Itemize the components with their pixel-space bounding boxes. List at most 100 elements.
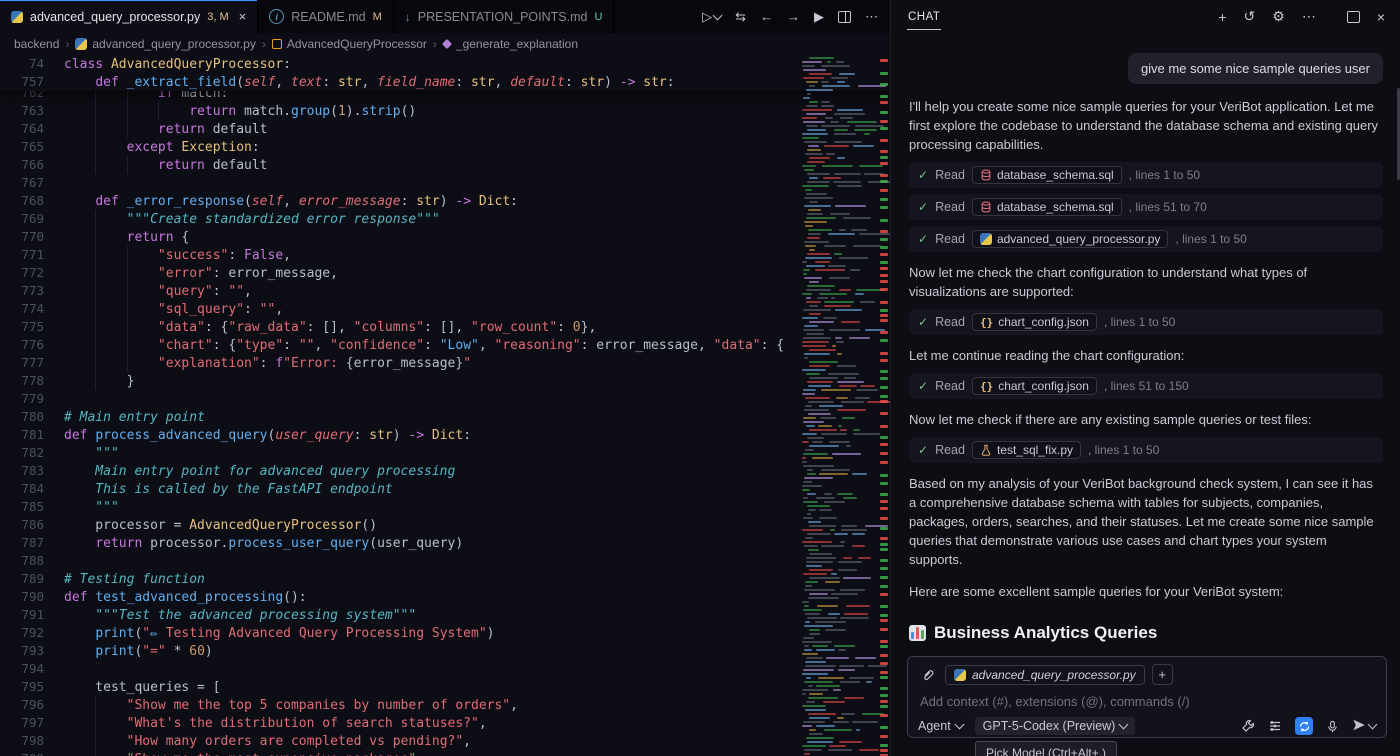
code-line: 764 return default bbox=[0, 120, 810, 138]
indent-guide bbox=[127, 264, 128, 282]
breadcrumb-item-advanced_query_processor.py[interactable]: advanced_query_processor.py bbox=[75, 37, 255, 51]
json-icon: {} bbox=[980, 380, 993, 393]
tool-call-row[interactable]: ✓Readdatabase_schema.sql, lines 1 to 50 bbox=[909, 162, 1383, 188]
code-line: 788 bbox=[0, 552, 810, 570]
file-chip[interactable]: test_sql_fix.py bbox=[972, 441, 1081, 459]
breadcrumb-item-backend[interactable]: backend bbox=[14, 37, 59, 51]
assistant-paragraph: Here are some excellent sample queries f… bbox=[909, 582, 1383, 601]
indent-guide bbox=[95, 102, 96, 120]
chat-tab[interactable]: CHAT bbox=[907, 3, 941, 30]
vscode-window: advanced_query_processor.py3, M×iREADME.… bbox=[0, 0, 1400, 756]
sync-icon[interactable] bbox=[1295, 717, 1313, 735]
indent-guide bbox=[95, 750, 96, 756]
paperclip-icon[interactable] bbox=[918, 665, 938, 685]
tool-call-row[interactable]: ✓Read{}chart_config.json, lines 51 to 15… bbox=[909, 373, 1383, 399]
section-heading-text: Business Analytics Queries bbox=[934, 623, 1157, 643]
file-chip[interactable]: {}chart_config.json bbox=[972, 377, 1097, 395]
file-chip[interactable]: advanced_query_processor.py bbox=[972, 230, 1168, 248]
breadcrumb-item-AdvancedQueryProcessor[interactable]: AdvancedQueryProcessor bbox=[272, 37, 427, 51]
close-icon[interactable]: × bbox=[1377, 9, 1385, 25]
tab-close-icon[interactable]: × bbox=[239, 9, 247, 24]
chat-input-box: advanced_query_processor.py + Add contex… bbox=[907, 656, 1387, 738]
breadcrumb-item-_generate_explanation[interactable]: _generate_explanation bbox=[443, 37, 578, 51]
minimap[interactable] bbox=[800, 55, 877, 756]
overview-ruler[interactable] bbox=[878, 55, 890, 756]
indent-guide bbox=[158, 102, 159, 120]
code-line: 74class AdvancedQueryProcessor: bbox=[0, 55, 890, 73]
breadcrumb-label: advanced_query_processor.py bbox=[92, 37, 255, 51]
code-line: 777 "explanation": f"Error: {error_messa… bbox=[0, 354, 810, 372]
tool-call-row[interactable]: ✓Readadvanced_query_processor.py, lines … bbox=[909, 226, 1383, 252]
check-icon: ✓ bbox=[918, 315, 928, 329]
assistant-paragraph: Based on my analysis of your VeriBot bac… bbox=[909, 474, 1383, 569]
check-icon: ✓ bbox=[918, 200, 928, 214]
line-number: 795 bbox=[0, 678, 64, 696]
code-editor[interactable]: 762 if match:763 return match.group(1).s… bbox=[0, 55, 890, 756]
line-number: 797 bbox=[0, 714, 64, 732]
symbol-class-icon bbox=[272, 39, 282, 49]
info-icon: i bbox=[269, 9, 284, 24]
file-chip[interactable]: {}chart_config.json bbox=[972, 313, 1097, 331]
tool-call-row[interactable]: ✓Readtest_sql_fix.py, lines 1 to 50 bbox=[909, 437, 1383, 463]
check-icon: ✓ bbox=[918, 443, 928, 457]
settings-icon[interactable]: ⚙ bbox=[1272, 8, 1285, 25]
line-number: 794 bbox=[0, 660, 64, 678]
tool-detail: , lines 1 to 50 bbox=[1175, 232, 1246, 246]
model-selector[interactable]: GPT-5-Codex (Preview) bbox=[975, 717, 1136, 735]
attached-file-chip[interactable]: advanced_query_processor.py bbox=[945, 665, 1145, 685]
flask-icon bbox=[980, 444, 992, 456]
file-name: test_sql_fix.py bbox=[997, 443, 1073, 457]
code-line: 776 "chart": {"type": "", "confidence": … bbox=[0, 336, 810, 354]
more-icon[interactable]: ⋯ bbox=[1302, 8, 1316, 25]
mcp-servers-icon[interactable] bbox=[1268, 719, 1282, 733]
maximize-icon[interactable] bbox=[1347, 11, 1360, 23]
history-icon[interactable]: ↺ bbox=[1244, 8, 1256, 25]
code-line: 767 bbox=[0, 174, 810, 192]
tool-detail: , lines 51 to 150 bbox=[1104, 379, 1189, 393]
breadcrumb-label: backend bbox=[14, 37, 59, 51]
back-icon[interactable]: ← bbox=[760, 9, 773, 24]
json-icon: {} bbox=[980, 316, 993, 329]
add-context-button[interactable]: + bbox=[1152, 664, 1173, 685]
code-line: 781def process_advanced_query(user_query… bbox=[0, 426, 810, 444]
chat-header: CHAT + ↺ ⚙ ⋯ × bbox=[891, 0, 1400, 33]
tab-label: PRESENTATION_POINTS.md bbox=[418, 10, 588, 24]
code-line: 796 "Show me the top 5 companies by numb… bbox=[0, 696, 810, 714]
chat-input-field[interactable]: Add context (#), extensions (@), command… bbox=[920, 694, 1374, 709]
barchart-icon bbox=[909, 625, 926, 641]
mic-icon[interactable] bbox=[1326, 720, 1339, 733]
code-line: 793 print("=" * 60) bbox=[0, 642, 810, 660]
run-all-icon[interactable]: ▶ bbox=[814, 9, 824, 25]
line-number: 766 bbox=[0, 156, 64, 174]
indent-guide bbox=[95, 732, 96, 750]
code-line: 784 This is called by the FastAPI endpoi… bbox=[0, 480, 810, 498]
sticky-scroll[interactable]: 74class AdvancedQueryProcessor:757 def _… bbox=[0, 55, 890, 91]
compare-changes-icon[interactable]: ⇆ bbox=[735, 9, 746, 25]
new-chat-icon[interactable]: + bbox=[1218, 9, 1226, 25]
forward-icon[interactable]: → bbox=[787, 9, 800, 24]
tools-icon[interactable] bbox=[1241, 719, 1255, 733]
mode-selector[interactable]: Agent bbox=[918, 719, 963, 733]
file-chip[interactable]: database_schema.sql bbox=[972, 166, 1122, 184]
tab-README.md[interactable]: iREADME.mdM bbox=[258, 0, 394, 33]
tool-call-row[interactable]: ✓Readdatabase_schema.sql, lines 51 to 70 bbox=[909, 194, 1383, 220]
more-actions-icon[interactable]: ⋯ bbox=[865, 9, 878, 25]
run-python-file-icon[interactable]: ▷ bbox=[702, 9, 721, 25]
line-number: 783 bbox=[0, 462, 64, 480]
split-editor-icon[interactable] bbox=[838, 11, 851, 23]
breadcrumb: backend›advanced_query_processor.py›Adva… bbox=[0, 33, 890, 55]
send-button[interactable] bbox=[1352, 718, 1376, 735]
file-name: database_schema.sql bbox=[997, 200, 1114, 214]
file-chip[interactable]: database_schema.sql bbox=[972, 198, 1122, 216]
attachment-row: advanced_query_processor.py + bbox=[918, 664, 1376, 685]
tool-detail: , lines 1 to 50 bbox=[1129, 168, 1200, 182]
tab-PRESENTATION_POINTS.md[interactable]: ↓PRESENTATION_POINTS.mdU bbox=[394, 0, 615, 33]
indent-guide bbox=[127, 246, 128, 264]
tool-call-row[interactable]: ✓Read{}chart_config.json, lines 1 to 50 bbox=[909, 309, 1383, 335]
maximize-icon bbox=[1347, 11, 1360, 23]
line-number: 757 bbox=[0, 73, 64, 91]
line-number: 774 bbox=[0, 300, 64, 318]
tab-advanced_query_processor.py[interactable]: advanced_query_processor.py3, M× bbox=[0, 0, 258, 33]
line-number: 780 bbox=[0, 408, 64, 426]
code-line: 799 "Show me the most expensive packages… bbox=[0, 750, 810, 756]
